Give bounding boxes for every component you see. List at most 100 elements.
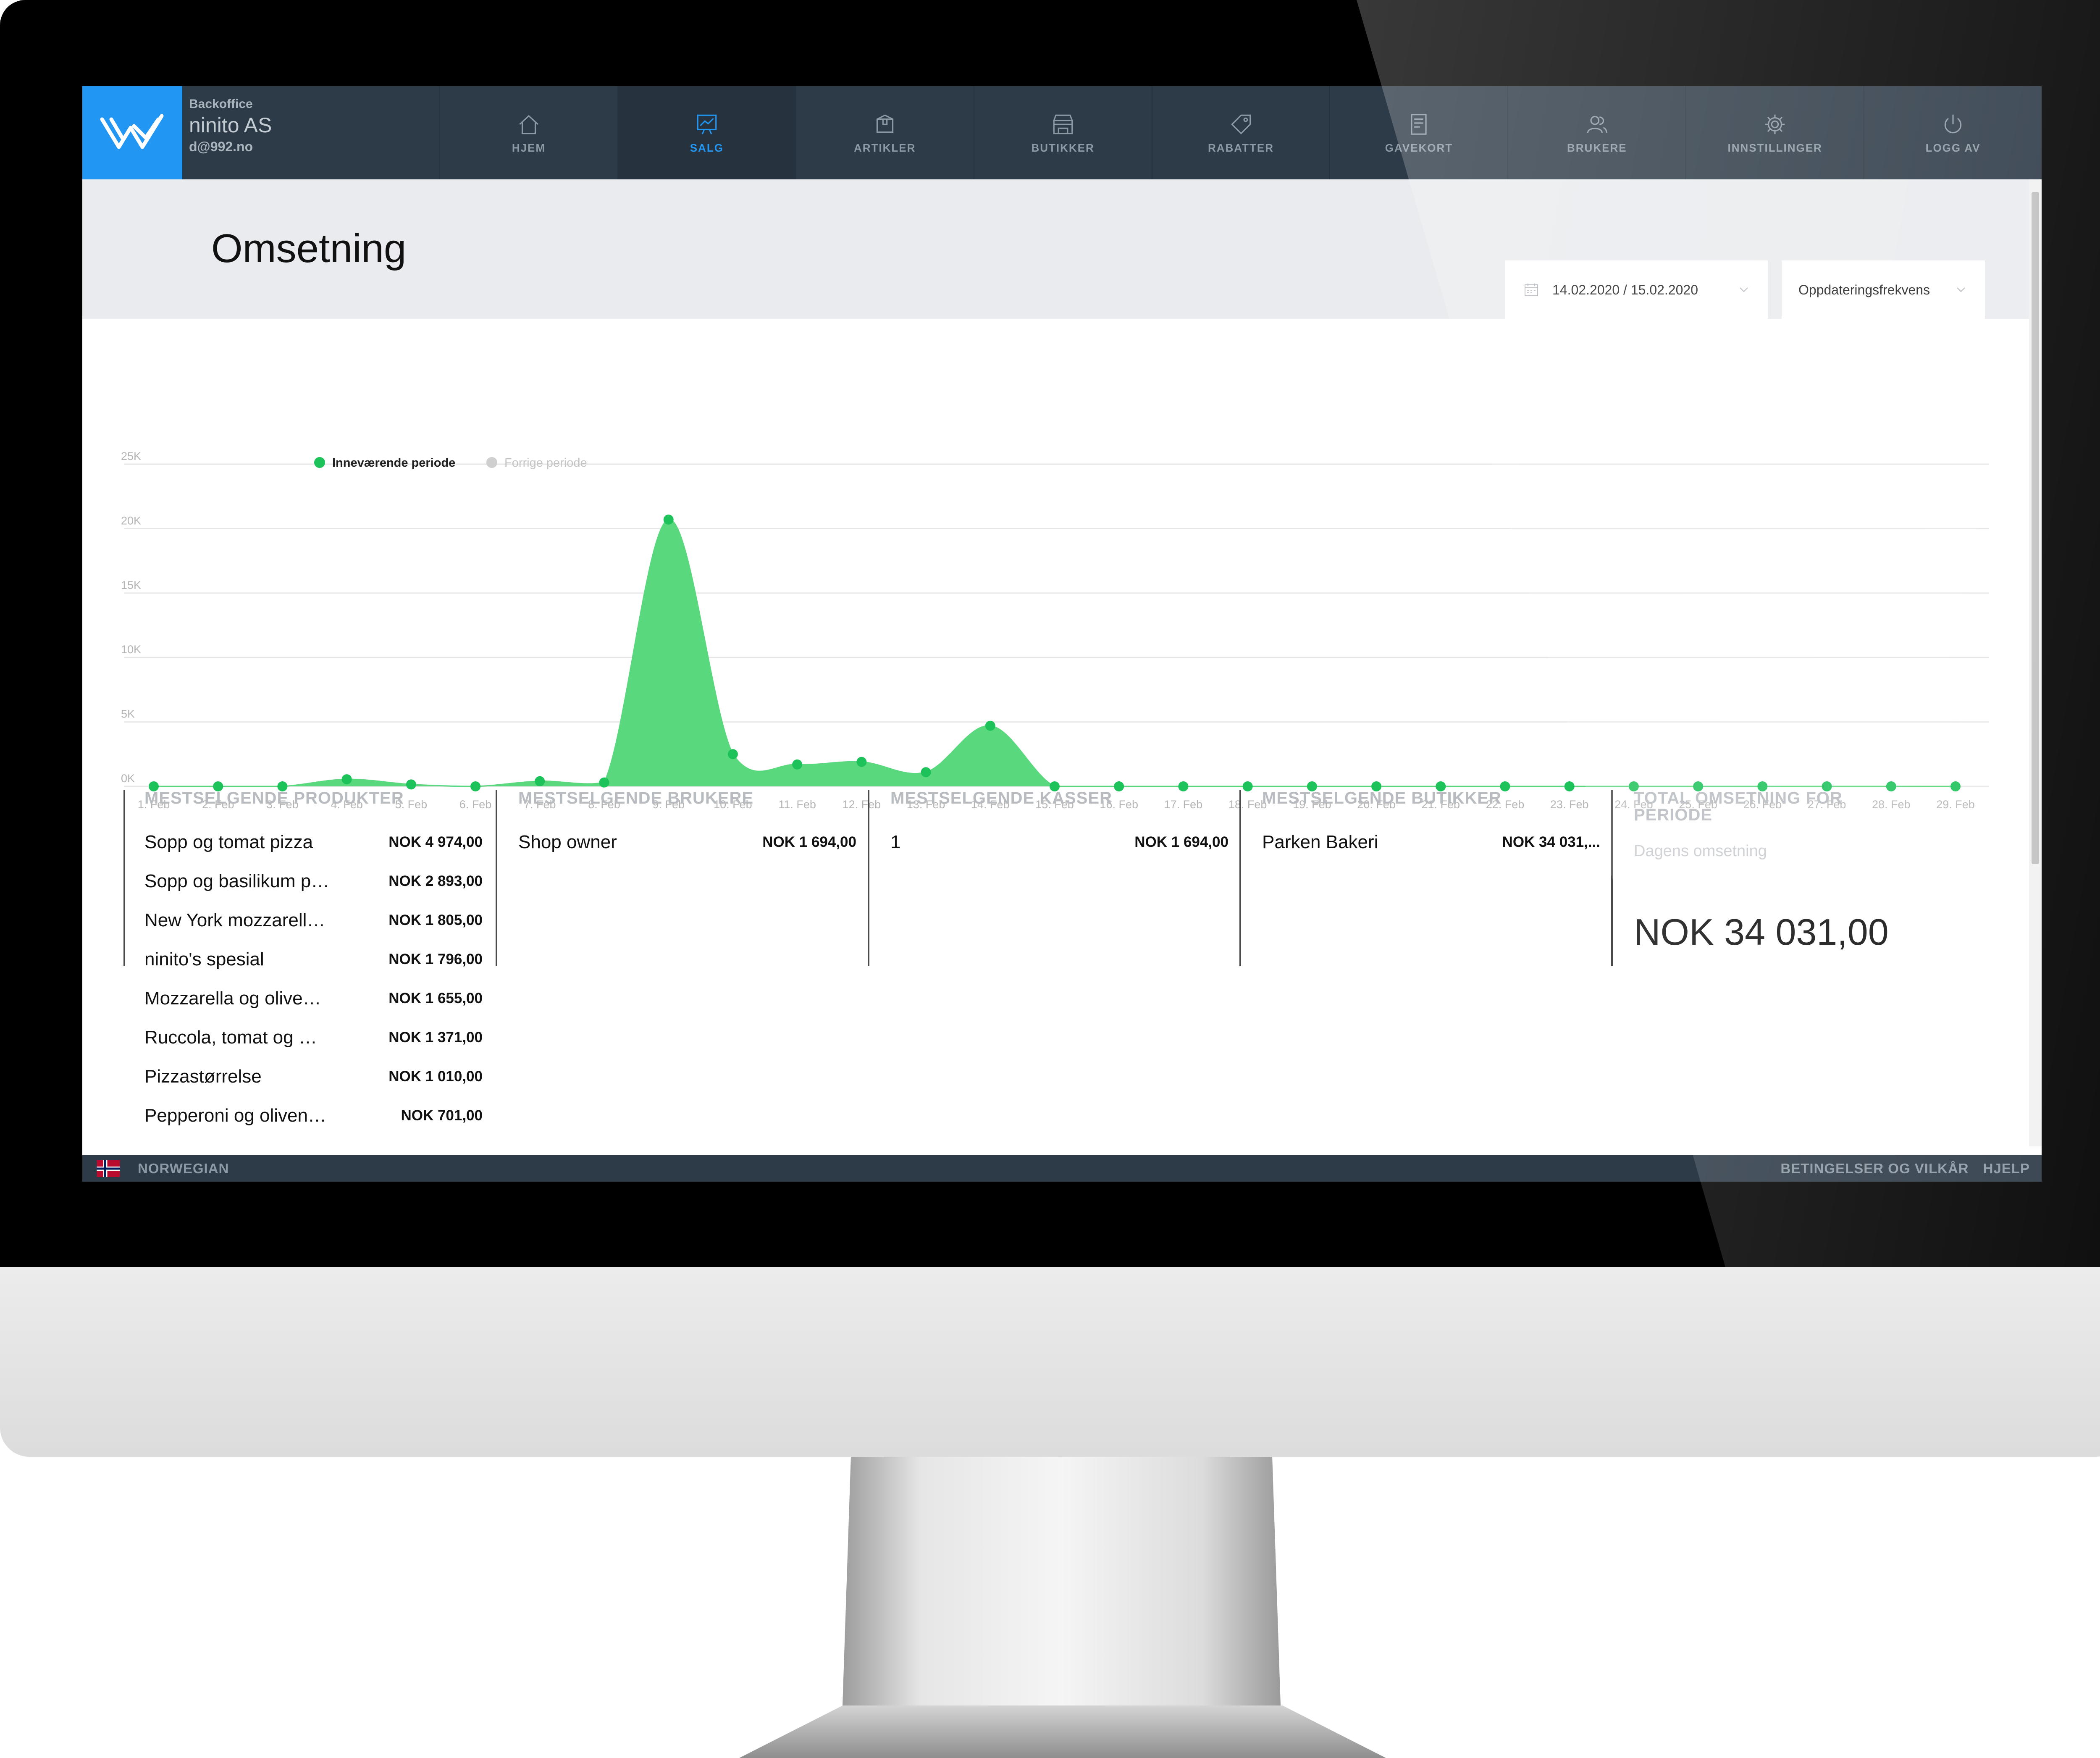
monitor-chin: [0, 1267, 2100, 1457]
box-icon: [876, 114, 893, 133]
date-range-picker[interactable]: 14.02.2020 / 15.02.2020: [1505, 260, 1768, 319]
product-value: NOK 2 893,00: [388, 872, 483, 889]
nav-item-artikler[interactable]: ARTIKLER: [795, 86, 974, 179]
top-registers-panel: MESTSELGENDE KASSER 1 NOK 1 694,00: [868, 790, 1228, 966]
screen: Backoffice ninito AS d@992.no HJEM SALG …: [82, 86, 2042, 1182]
nav-label: ARTIKLER: [854, 141, 916, 154]
product-name: Mozzarella og oliven pizza: [144, 988, 331, 1009]
list-item: 1 NOK 1 694,00: [869, 823, 1228, 862]
account-email: d@992.no: [189, 139, 253, 154]
legend-label: Inneværende periode: [332, 456, 455, 470]
top-products-panel: MESTSELGENDE PRODUKTER Sopp og tomat piz…: [123, 789, 483, 1126]
total-revenue-panel: TOTAL OMSETNING FOR PERIODE Dagens omset…: [1611, 790, 1974, 966]
product-value: NOK 1 805,00: [388, 912, 483, 928]
series-line: [154, 519, 1956, 787]
top-stores-panel: MESTSELGENDE BUTIKKER Parken Bakeri NOK 3…: [1239, 790, 1600, 966]
home-icon: [519, 115, 538, 134]
brand-logo[interactable]: [82, 86, 182, 179]
y-tick-label: 10K: [121, 643, 141, 656]
update-frequency-select[interactable]: Oppdateringsfrekvens: [1782, 260, 1985, 319]
nav-item-salg[interactable]: SALG: [617, 86, 795, 179]
giftcard-icon: [1411, 113, 1427, 135]
product-value: NOK 1 655,00: [388, 990, 483, 1006]
nav-item-rabatter[interactable]: RABATTER: [1151, 86, 1330, 179]
user-name: Shop owner: [518, 831, 617, 852]
total-revenue-value: NOK 34 031,00: [1634, 911, 1889, 953]
nav-label: SALG: [690, 141, 724, 154]
frequency-label: Oppdateringsfrekvens: [1798, 282, 1930, 297]
nav-label: HJEM: [512, 141, 546, 154]
account-info: Backoffice ninito AS d@992.no: [182, 86, 439, 179]
monitor-stand-foot: [739, 1705, 1386, 1758]
list-item: Ruccola, tomat og mozzarella NOK 1 371,00: [123, 1018, 483, 1057]
data-point: [792, 759, 803, 770]
data-point: [663, 514, 674, 525]
list-item: New York mozzarella pizza NOK 1 805,00: [123, 901, 483, 940]
register-name: 1: [890, 831, 901, 852]
list-item: Pepperoni og oliven pizza NOK 701,00: [123, 1096, 483, 1135]
total-revenue-subtitle: Dagens omsetning: [1634, 842, 1767, 860]
y-tick-label: 25K: [121, 450, 141, 462]
store-value: NOK 34 031,...: [1502, 833, 1600, 850]
y-tick-label: 5K: [121, 708, 135, 720]
product-name: Ruccola, tomat og mozzarella: [144, 1027, 331, 1048]
help-link[interactable]: HJELP: [1983, 1161, 2030, 1177]
product-name: Sopp og tomat pizza: [144, 831, 313, 852]
list-item: Sopp og basilikum pizza NOK 2 893,00: [123, 862, 483, 901]
top-users-heading: MESTSELGENDE BRUKERE: [518, 789, 754, 807]
data-point: [599, 777, 609, 788]
legend-marker: [486, 457, 497, 468]
list-item: Parken Bakeri NOK 34 031,...: [1241, 823, 1600, 862]
w-logo-icon: [100, 114, 164, 149]
terms-link[interactable]: BETINGELSER OG VILKÅR: [1780, 1161, 1969, 1177]
norway-flag-icon: [97, 1160, 120, 1177]
top-registers-heading: MESTSELGENDE KASSER: [890, 789, 1112, 807]
nav-item-gavekort[interactable]: GAVEKORT: [1329, 86, 1507, 179]
product-value: NOK 1 010,00: [388, 1068, 483, 1085]
list-item: Pizzastørrelse NOK 1 010,00: [123, 1057, 483, 1096]
product-value: NOK 1 371,00: [388, 1029, 483, 1046]
series-area: [154, 519, 1956, 786]
data-point: [341, 774, 352, 785]
nav-item-innstillinger[interactable]: INNSTILLINGER: [1685, 86, 1864, 179]
y-tick-label: 20K: [121, 514, 141, 527]
legend-label: Forrige periode: [504, 456, 587, 470]
list-item: ninito's spesial NOK 1 796,00: [123, 940, 483, 979]
page-title: Omsetning: [211, 226, 407, 271]
nav-item-hjem[interactable]: HJEM: [439, 86, 617, 179]
product-value: NOK 4 974,00: [388, 833, 483, 850]
nav-label: INNSTILLINGER: [1727, 141, 1822, 154]
list-item: Mozzarella og oliven pizza NOK 1 655,00: [123, 979, 483, 1018]
list-item: Shop owner NOK 1 694,00: [497, 823, 856, 862]
chevron-down-icon: [1740, 287, 1748, 292]
nav-item-butikker[interactable]: BUTIKKER: [973, 86, 1152, 179]
legend-marker: [314, 457, 325, 468]
nav-label: BUTIKKER: [1031, 141, 1095, 154]
chevron-down-icon: [1957, 287, 1965, 292]
language-selector[interactable]: NORWEGIAN: [138, 1161, 229, 1177]
product-name: Sopp og basilikum pizza: [144, 870, 331, 891]
top-products-heading: MESTSELGENDE PRODUKTER: [144, 789, 404, 807]
monitor-stand-neck: [842, 1457, 1281, 1717]
users-icon: [1587, 116, 1608, 133]
nav-item-brukere[interactable]: BRUKERE: [1507, 86, 1685, 179]
top-users-panel: MESTSELGENDE BRUKERE Shop owner NOK 1 694…: [496, 790, 856, 966]
scroll-thumb[interactable]: [2032, 192, 2039, 864]
gear-icon: [1765, 114, 1785, 134]
product-value: NOK 701,00: [401, 1107, 483, 1124]
register-value: NOK 1 694,00: [1134, 833, 1228, 850]
nav-item-logg-av[interactable]: LOGG AV: [1864, 86, 2042, 179]
power-icon: [1944, 114, 1962, 133]
total-revenue-heading: TOTAL OMSETNING FOR PERIODE: [1634, 789, 1843, 824]
user-value: NOK 1 694,00: [762, 833, 856, 850]
top-stores-heading: MESTSELGENDE BUTIKKER: [1262, 789, 1502, 807]
top-navigation: Backoffice ninito AS d@992.no HJEM SALG …: [82, 86, 2042, 179]
tag-icon: [1231, 114, 1251, 134]
nav-label: BRUKERE: [1567, 141, 1627, 154]
vertical-scrollbar[interactable]: [2029, 179, 2042, 1146]
panel-divider: [123, 790, 125, 966]
product-name: ninito's spesial: [144, 949, 264, 970]
nav-label: GAVEKORT: [1385, 141, 1453, 154]
company-name: ninito AS: [189, 113, 272, 137]
revenue-chart: 0K 5K 10K 15K 20K 25K 1. Feb 2. Feb 3. Feb 4. Feb…: [82, 319, 2029, 844]
